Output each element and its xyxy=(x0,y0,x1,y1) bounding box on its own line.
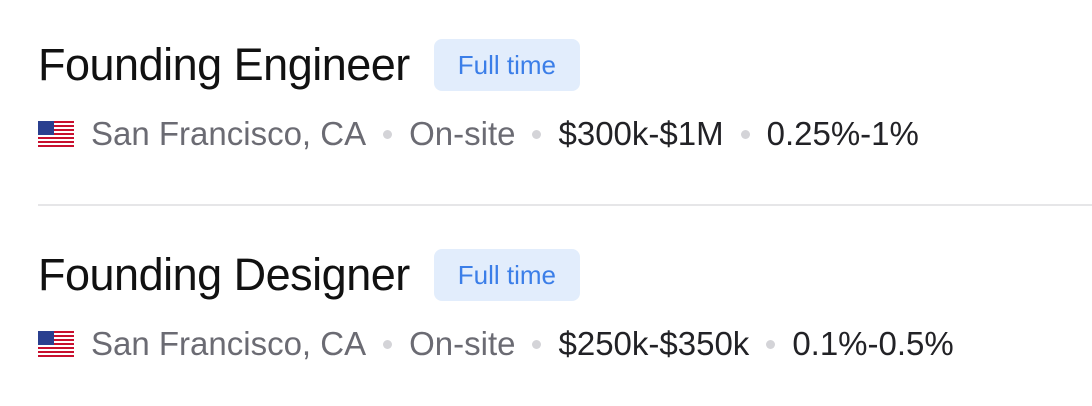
list-divider xyxy=(38,204,1092,206)
job-location: San Francisco, CA xyxy=(91,325,367,362)
job-equity: 0.25%-1% xyxy=(766,115,919,152)
job-listing[interactable]: Founding Engineer Full time San Francisc… xyxy=(38,36,1092,160)
job-meta: San Francisco, CA On-site $300k-$1M 0.25… xyxy=(38,108,1092,160)
job-listing[interactable]: Founding Designer Full time San Francisc… xyxy=(38,246,1092,370)
separator-dot xyxy=(383,339,393,349)
job-title-row: Founding Designer Full time xyxy=(38,246,1092,304)
job-title-row: Founding Engineer Full time xyxy=(38,36,1092,94)
us-flag-icon xyxy=(38,331,74,357)
job-title[interactable]: Founding Engineer xyxy=(38,39,410,91)
separator-dot xyxy=(532,129,542,139)
us-flag-icon xyxy=(38,121,74,147)
separator-dot xyxy=(383,129,393,139)
job-meta: San Francisco, CA On-site $250k-$350k 0.… xyxy=(38,318,1092,370)
job-salary: $250k-$350k xyxy=(558,325,750,362)
job-workplace: On-site xyxy=(409,115,516,152)
job-salary: $300k-$1M xyxy=(558,115,724,152)
employment-type-badge: Full time xyxy=(433,249,580,301)
job-workplace: On-site xyxy=(409,325,516,362)
employment-type-badge: Full time xyxy=(433,39,581,91)
separator-dot xyxy=(766,339,776,349)
separator-dot xyxy=(740,129,750,139)
job-equity: 0.1%-0.5% xyxy=(792,325,954,362)
job-location: San Francisco, CA xyxy=(91,115,367,152)
separator-dot xyxy=(532,339,542,349)
job-title[interactable]: Founding Designer xyxy=(38,249,410,301)
